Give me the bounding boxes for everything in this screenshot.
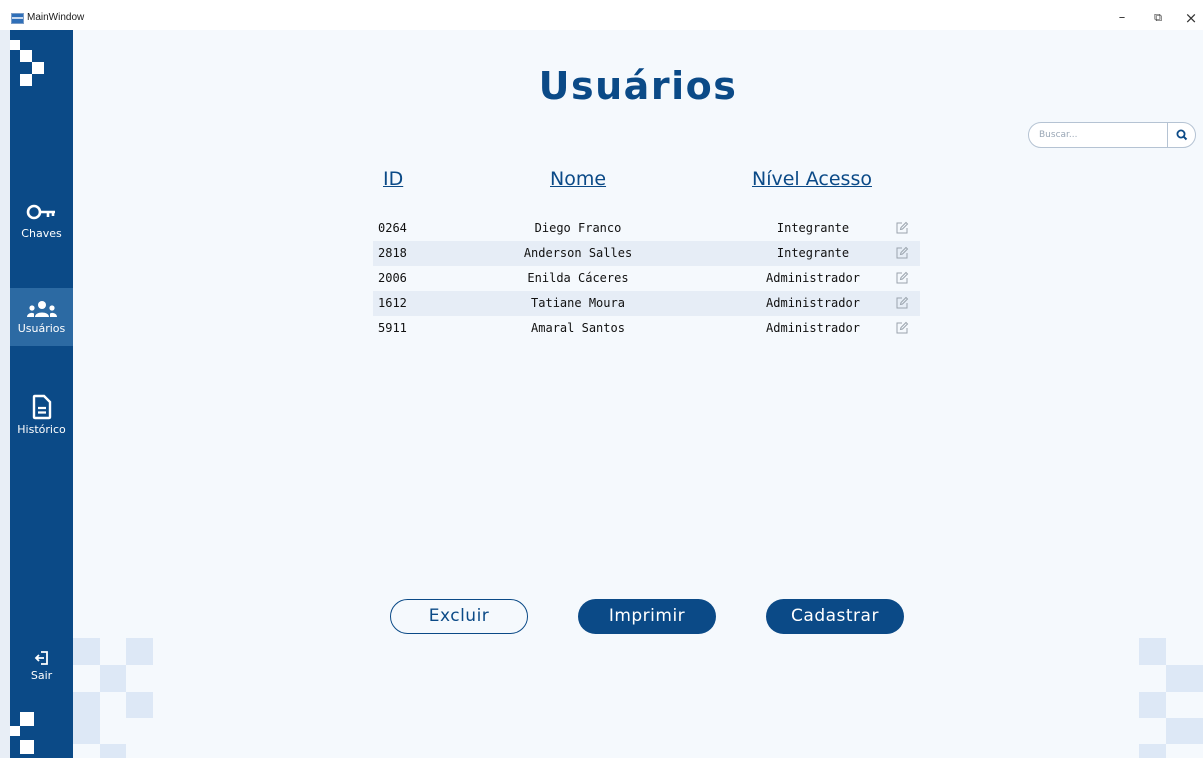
delete-button[interactable]: Excluir — [390, 599, 528, 634]
table-row[interactable]: 5911 Amaral Santos Administrador — [373, 316, 920, 341]
document-icon — [32, 394, 51, 420]
print-button[interactable]: Imprimir — [578, 599, 716, 634]
users-icon — [26, 301, 57, 317]
sidebar-edge — [0, 30, 10, 758]
close-button[interactable]: × — [1181, 9, 1201, 27]
cell-name: Diego Franco — [534, 221, 622, 235]
page-title: Usuários — [538, 64, 738, 108]
sidebar-item-label: Usuários — [17, 322, 66, 335]
sidebar-item-label: Histórico — [17, 423, 66, 436]
column-header-id[interactable]: ID — [383, 168, 403, 190]
sidebar-item-label: Chaves — [21, 227, 62, 240]
cell-level: Integrante — [776, 246, 850, 260]
edit-icon[interactable] — [895, 296, 909, 310]
table-row[interactable]: 2818 Anderson Salles Integrante — [373, 241, 920, 266]
register-button[interactable]: Cadastrar — [766, 599, 904, 634]
cell-name: Tatiane Moura — [531, 296, 625, 310]
cell-level: Administrador — [766, 271, 860, 285]
column-header-nome[interactable]: Nome — [550, 168, 606, 190]
main-panel: Usuários ID Nome Nível Acesso 0264 Diego… — [73, 30, 1203, 758]
cell-name: Enilda Cáceres — [527, 271, 629, 285]
minimize-button[interactable]: – — [1112, 9, 1132, 27]
table-row[interactable]: 1612 Tatiane Moura Administrador — [373, 291, 920, 316]
cell-level: Integrante — [776, 221, 850, 235]
window-titlebar: MainWindow – ⧉ × — [0, 0, 1203, 30]
search-box — [1028, 122, 1196, 148]
sidebar: Chaves Usuários Histórico Sair — [0, 30, 73, 758]
edit-icon[interactable] — [895, 221, 909, 235]
search-input[interactable] — [1039, 127, 1159, 143]
search-button[interactable] — [1168, 123, 1196, 147]
cell-level: Administrador — [766, 296, 860, 310]
cell-id: 2818 — [378, 246, 407, 260]
edit-icon[interactable] — [895, 271, 909, 285]
edit-icon[interactable] — [895, 321, 909, 335]
app-icon — [11, 13, 24, 24]
window-title: MainWindow — [27, 12, 85, 23]
sidebar-item-label: Sair — [30, 669, 53, 682]
sidebar-item-historico[interactable]: Histórico — [10, 394, 73, 444]
cell-name: Amaral Santos — [531, 321, 625, 335]
sidebar-item-sair[interactable]: Sair — [10, 650, 73, 690]
table-row[interactable]: 2006 Enilda Cáceres Administrador — [373, 266, 920, 291]
cell-level: Administrador — [766, 321, 860, 335]
cell-id: 2006 — [378, 271, 407, 285]
cell-name: Anderson Salles — [523, 246, 633, 260]
column-header-nivel-acesso[interactable]: Nível Acesso — [752, 168, 872, 190]
restore-button[interactable]: ⧉ — [1148, 9, 1168, 27]
search-icon — [1176, 129, 1188, 141]
edit-icon[interactable] — [895, 246, 909, 260]
cell-id: 1612 — [378, 296, 407, 310]
cell-id: 0264 — [378, 221, 407, 235]
sidebar-item-usuarios[interactable]: Usuários — [10, 288, 73, 346]
key-icon — [26, 204, 55, 220]
table-row[interactable]: 0264 Diego Franco Integrante — [373, 216, 920, 241]
sidebar-item-chaves[interactable]: Chaves — [10, 202, 73, 252]
logout-icon — [34, 651, 48, 665]
cell-id: 5911 — [378, 321, 407, 335]
